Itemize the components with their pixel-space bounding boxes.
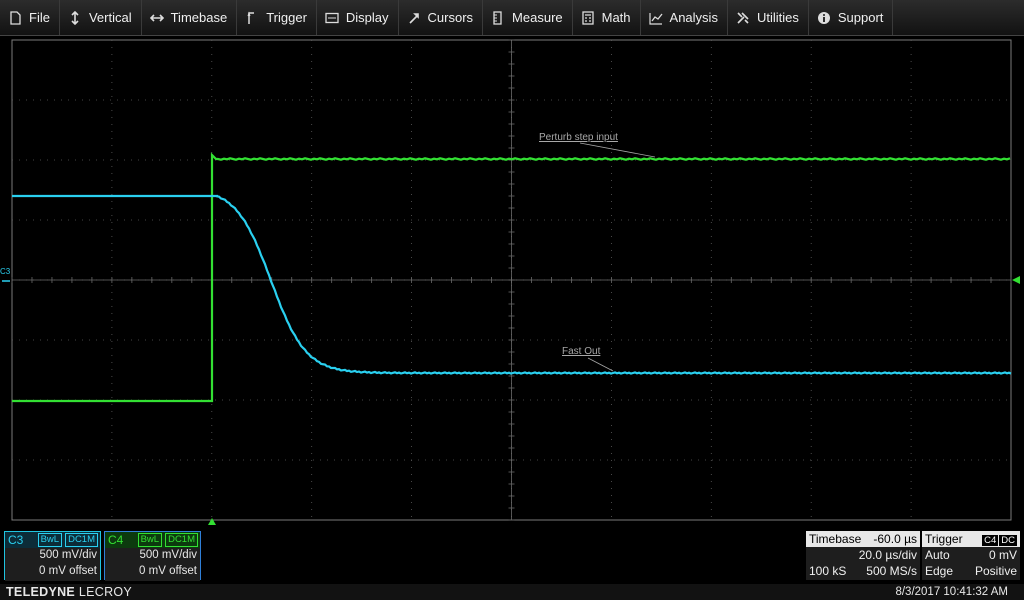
- trigger-tags: C4 DC: [981, 531, 1017, 547]
- trigger-header: Trigger C4 DC: [922, 531, 1020, 547]
- timebase-rate: 500 MS/s: [866, 564, 917, 578]
- menu-math-label: Math: [601, 10, 631, 25]
- menu-file[interactable]: File: [0, 0, 60, 35]
- waveform-display[interactable]: Perturb step input Fast Out C3: [0, 36, 1024, 526]
- c4-name: C4: [108, 533, 124, 547]
- support-icon: [817, 11, 831, 25]
- menu-measure-label: Measure: [512, 10, 563, 25]
- vertical-arrows-icon: [68, 10, 82, 25]
- menu-analysis-label: Analysis: [669, 10, 718, 25]
- c3-bw-badge: BwL: [37, 533, 63, 547]
- menu-timebase[interactable]: Timebase: [142, 0, 238, 35]
- c3-coupling-badge: DC1M: [65, 533, 98, 547]
- c3-name: C3: [8, 533, 24, 547]
- trigger-position-marker[interactable]: [208, 518, 216, 525]
- menu-cursors-label: Cursors: [427, 10, 474, 25]
- analysis-icon: [648, 11, 663, 25]
- waveform-svg: Perturb step input Fast Out C3: [0, 39, 1020, 525]
- menu-support[interactable]: Support: [809, 0, 894, 35]
- menu-measure[interactable]: Measure: [483, 0, 573, 35]
- brand-logo: TELEDYNE LECROY: [6, 584, 132, 600]
- menu-utilities-label: Utilities: [756, 10, 799, 25]
- trigger-title: Trigger: [925, 532, 963, 546]
- menu-utilities[interactable]: Utilities: [728, 0, 809, 35]
- menu-trigger[interactable]: Trigger: [237, 0, 317, 35]
- timebase-header: Timebase -60.0 µs: [806, 531, 920, 547]
- c3-offset: 0 mV offset: [39, 564, 97, 577]
- c4-descriptor[interactable]: C4 BwL DC1M 500 mV/div 0 mV offset: [104, 531, 201, 581]
- c4-coupling-badge: DC1M: [165, 533, 198, 547]
- menu-cursors[interactable]: Cursors: [399, 0, 484, 35]
- menu-vertical[interactable]: Vertical: [60, 0, 142, 35]
- trigger-type: Edge: [925, 564, 954, 578]
- c4-trace-label: Perturb step input: [539, 132, 618, 143]
- trigger-level: 0 mV: [988, 548, 1017, 562]
- c3-ground-marker[interactable]: C3: [0, 267, 11, 276]
- menu-support-label: Support: [837, 10, 884, 25]
- menu-vertical-label: Vertical: [88, 10, 132, 25]
- trigger-row-mode: Auto 0 mV: [922, 547, 1020, 563]
- trigger-row-type: Edge Positive: [922, 563, 1020, 579]
- status-bar: TELEDYNE LECROY 8/3/2017 10:41:32 AM: [0, 584, 1024, 600]
- menu-bar: File Vertical Timebase Trigger Display C…: [0, 0, 1024, 36]
- measure-icon: [491, 10, 505, 25]
- timebase-title: Timebase: [809, 532, 862, 546]
- menu-analysis[interactable]: Analysis: [641, 0, 728, 35]
- trigger-descriptor[interactable]: Trigger C4 DC Auto 0 mV Edge Positive: [922, 531, 1020, 580]
- menu-trigger-label: Trigger: [266, 10, 307, 25]
- cursor-icon: [407, 11, 421, 25]
- c4-bw-badge: BwL: [137, 533, 163, 547]
- menu-file-label: File: [29, 10, 50, 25]
- menu-display-label: Display: [345, 10, 389, 25]
- timebase-descriptor[interactable]: Timebase -60.0 µs 20.0 µs/div 100 kS 500…: [806, 531, 920, 580]
- c3-body: 500 mV/div 0 mV offset: [5, 548, 100, 581]
- file-icon: [8, 10, 22, 25]
- c3-descriptor[interactable]: C3 BwL DC1M 500 mV/div 0 mV offset: [4, 531, 101, 581]
- horizontal-arrows-icon: [149, 11, 164, 25]
- perturb-label-leader: [579, 142, 656, 158]
- timebase-scale: 20.0 µs/div: [858, 548, 917, 562]
- menu-math[interactable]: Math: [573, 0, 641, 35]
- menu-timebase-label: Timebase: [170, 10, 228, 25]
- c3-trace-label: Fast Out: [562, 346, 601, 357]
- c3-scale: 500 mV/div: [39, 549, 97, 561]
- c4-header: C4 BwL DC1M: [105, 532, 200, 548]
- trigger-level-marker[interactable]: [1012, 276, 1020, 284]
- math-icon: [581, 10, 595, 25]
- trigger-slope: Positive: [974, 564, 1017, 578]
- trigger-mode: Auto: [925, 548, 950, 562]
- fastout-label-leader: [587, 357, 614, 372]
- trigger-coupling-badge: DC: [999, 535, 1017, 546]
- timebase-delay: -60.0 µs: [873, 532, 917, 546]
- utilities-icon: [736, 11, 750, 25]
- display-icon: [325, 11, 339, 25]
- trigger-source-badge: C4: [982, 535, 999, 546]
- timebase-row-samples: 100 kS 500 MS/s: [806, 563, 920, 579]
- timebase-row-scale: 20.0 µs/div: [806, 547, 920, 563]
- c4-scale: 500 mV/div: [139, 549, 197, 561]
- brand-rest: LECROY: [75, 585, 133, 599]
- trigger-icon: [245, 10, 259, 25]
- timebase-samples: 100 kS: [809, 564, 847, 578]
- c3-header: C3 BwL DC1M: [5, 532, 100, 548]
- c4-offset: 0 mV offset: [139, 564, 197, 577]
- grid: [11, 39, 1012, 521]
- datetime: 8/3/2017 10:41:32 AM: [895, 586, 1008, 598]
- c4-body: 500 mV/div 0 mV offset: [105, 548, 200, 581]
- menu-display[interactable]: Display: [317, 0, 399, 35]
- brand-bold: TELEDYNE: [6, 585, 76, 599]
